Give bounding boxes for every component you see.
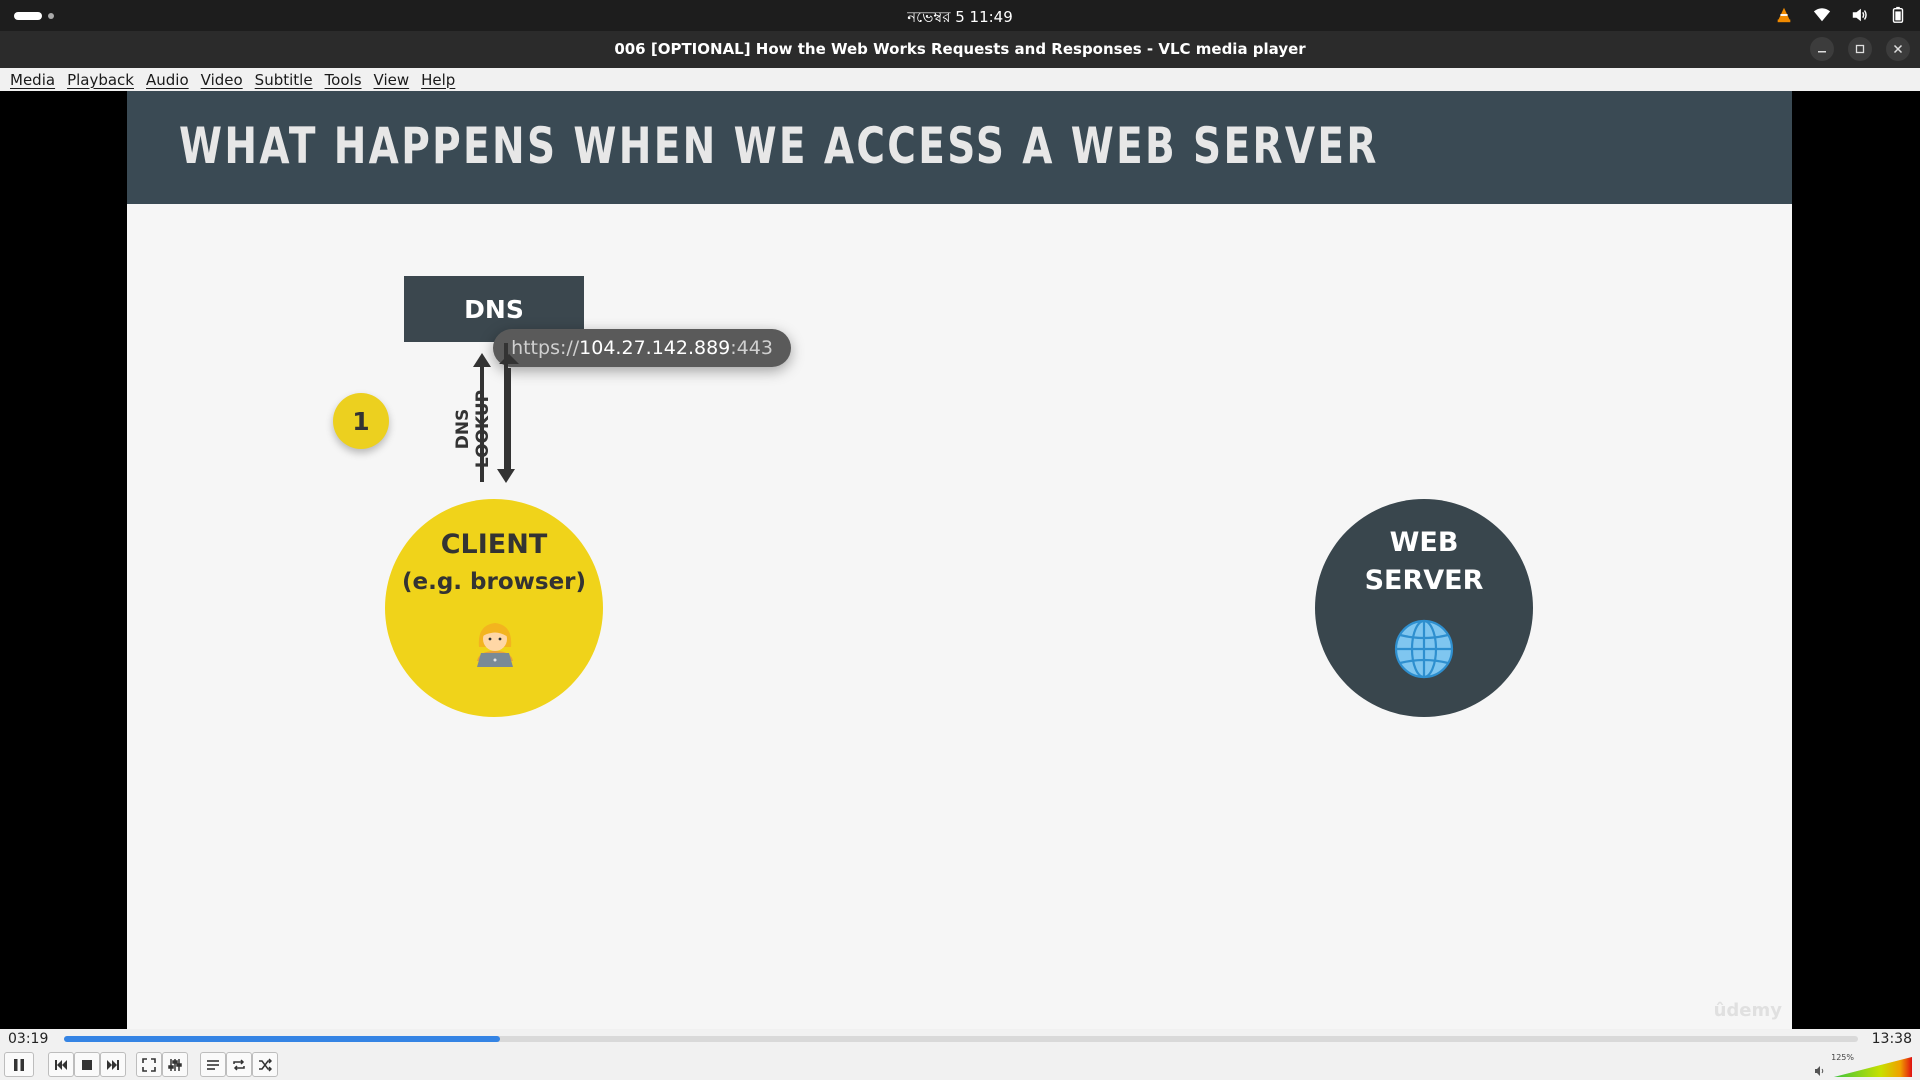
video-area[interactable]: WHAT HAPPENS WHEN WE ACCESS A WEB SERVER… (0, 91, 1920, 1029)
seek-row: 03:19 13:38 (0, 1029, 1920, 1049)
close-button[interactable] (1886, 37, 1910, 61)
client-subtitle: (e.g. browser) (401, 569, 587, 595)
menu-view[interactable]: View (368, 71, 416, 89)
slide-title: WHAT HAPPENS WHEN WE ACCESS A WEB SERVER (179, 117, 1379, 175)
seek-slider[interactable] (64, 1036, 1858, 1042)
person-laptop-icon (477, 623, 513, 667)
volume-icon[interactable] (1850, 5, 1870, 25)
server-title-line1: WEB (1389, 527, 1459, 558)
window-title: 006 [OPTIONAL] How the Web Works Request… (614, 40, 1306, 58)
menu-bar: Media Playback Audio Video Subtitle Tool… (0, 68, 1920, 91)
elapsed-time[interactable]: 03:19 (8, 1031, 48, 1047)
url-host: 104.27.142.889 (579, 337, 731, 359)
vlc-tray-icon[interactable] (1774, 5, 1794, 25)
volume-control[interactable]: 125% (1814, 1053, 1914, 1077)
menu-audio[interactable]: Audio (140, 71, 195, 89)
dns-lookup-label: DNS LOOKUP (453, 389, 493, 469)
menu-tools[interactable]: Tools (319, 71, 368, 89)
next-button[interactable] (100, 1052, 126, 1077)
clock[interactable]: নভেম্বর 5 11:49 (907, 8, 1013, 26)
volume-slider[interactable] (1834, 1057, 1912, 1077)
system-tray[interactable] (1774, 5, 1908, 25)
menu-help[interactable]: Help (415, 71, 461, 89)
menu-subtitle[interactable]: Subtitle (249, 71, 319, 89)
window-title-bar[interactable]: 006 [OPTIONAL] How the Web Works Request… (0, 31, 1920, 68)
battery-icon[interactable] (1888, 5, 1908, 25)
step-badge: 1 (333, 393, 389, 449)
maximize-button[interactable] (1848, 37, 1872, 61)
control-bar: 125% (0, 1049, 1920, 1080)
dns-lookup-arrow-lines (473, 343, 515, 483)
wifi-icon[interactable] (1812, 5, 1832, 25)
client-title: CLIENT (440, 529, 548, 560)
udemy-watermark: ûdemy (1713, 1000, 1782, 1021)
url-port: :443 (730, 337, 773, 359)
pause-button[interactable] (4, 1052, 34, 1077)
video-frame: WHAT HAPPENS WHEN WE ACCESS A WEB SERVER… (127, 91, 1792, 1029)
stop-button[interactable] (74, 1052, 100, 1077)
playlist-button[interactable] (200, 1052, 226, 1077)
server-title-line2: SERVER (1364, 565, 1484, 596)
seek-progress (64, 1036, 500, 1042)
previous-button[interactable] (48, 1052, 74, 1077)
loop-button[interactable] (226, 1052, 252, 1077)
slide-header: WHAT HAPPENS WHEN WE ACCESS A WEB SERVER (127, 91, 1792, 204)
minimize-button[interactable] (1810, 37, 1834, 61)
menu-video[interactable]: Video (195, 71, 249, 89)
globe-icon (1394, 619, 1454, 679)
system-top-bar: নভেম্বর 5 11:49 (0, 0, 1920, 31)
fullscreen-button[interactable] (136, 1052, 162, 1077)
volume-level (1834, 1057, 1912, 1077)
shuffle-button[interactable] (252, 1052, 278, 1077)
total-time[interactable]: 13:38 (1872, 1031, 1912, 1047)
ip-address-bubble: https://104.27.142.889:443 (493, 329, 791, 367)
speaker-icon[interactable] (1814, 1065, 1826, 1077)
web-server-circle: WEB SERVER (1315, 499, 1533, 717)
menu-playback[interactable]: Playback (61, 71, 140, 89)
client-circle: CLIENT (e.g. browser) (385, 499, 603, 717)
menu-media[interactable]: Media (4, 71, 61, 89)
extended-settings-button[interactable] (162, 1052, 188, 1077)
